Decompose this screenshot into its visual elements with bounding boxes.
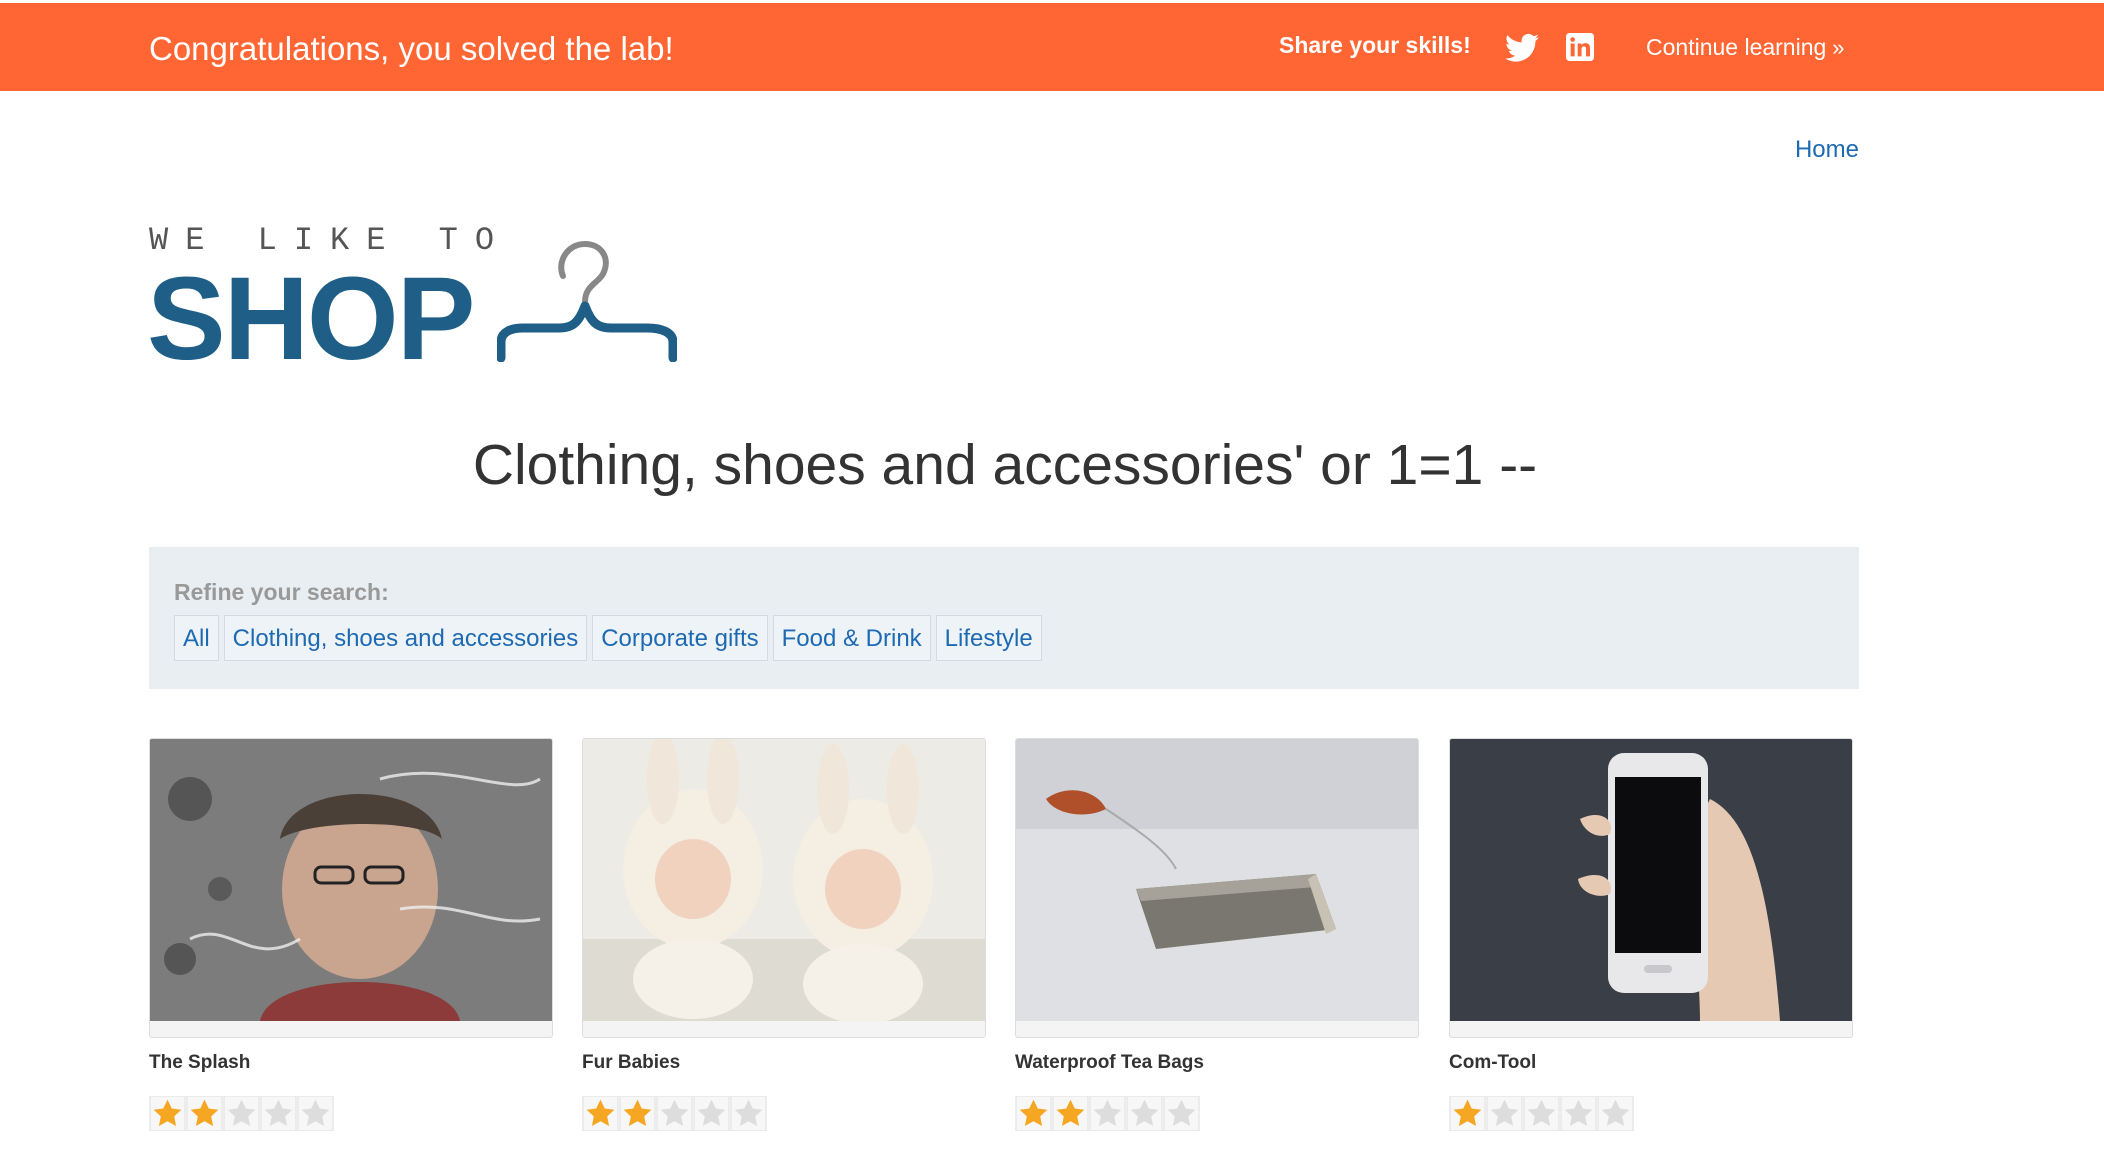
star-filled-icon	[1449, 1096, 1486, 1131]
filter-all[interactable]: All	[174, 615, 219, 661]
star-filled-icon	[149, 1096, 186, 1131]
logo-main-text: SHOP	[147, 253, 475, 385]
star-empty-icon	[297, 1096, 334, 1131]
hanger-icon	[497, 240, 677, 362]
star-empty-icon	[223, 1096, 260, 1131]
product-card: Com-Tool	[1449, 738, 1853, 1131]
product-rating	[1449, 1096, 1853, 1131]
star-empty-icon	[1163, 1096, 1200, 1131]
product-image-link[interactable]	[149, 738, 553, 1038]
product-image-link[interactable]	[1015, 738, 1419, 1038]
star-empty-icon	[730, 1096, 767, 1131]
product-name: Com-Tool	[1449, 1052, 1537, 1073]
product-name: The Splash	[149, 1052, 251, 1073]
filter-clothing[interactable]: Clothing, shoes and accessories	[223, 615, 588, 661]
teabag-photo	[1016, 739, 1418, 1021]
lab-solved-banner: Congratulations, you solved the lab! Sha…	[0, 3, 2104, 91]
page-title: Clothing, shoes and accessories' or 1=1 …	[472, 433, 1538, 497]
continue-learning-link[interactable]: Continue learning»	[1646, 34, 1845, 61]
linkedin-icon[interactable]	[1566, 33, 1594, 61]
splash-photo	[150, 739, 552, 1021]
continue-learning-label: Continue learning	[1646, 34, 1827, 60]
share-label: Share your skills!	[1279, 32, 1471, 58]
phone-photo	[1450, 739, 1852, 1021]
product-rating	[149, 1096, 553, 1131]
star-empty-icon	[656, 1096, 693, 1131]
shop-logo[interactable]: WE LIKE TO SHOP	[147, 222, 677, 378]
filter-lifestyle[interactable]: Lifestyle	[935, 615, 1042, 661]
babies-photo	[583, 739, 985, 1021]
product-image-link[interactable]	[582, 738, 986, 1038]
filter-food-drink[interactable]: Food & Drink	[772, 615, 931, 661]
star-empty-icon	[1560, 1096, 1597, 1131]
star-filled-icon	[582, 1096, 619, 1131]
star-empty-icon	[1486, 1096, 1523, 1131]
double-chevron-right-icon: »	[1832, 35, 1845, 60]
filter-links: All Clothing, shoes and accessories Corp…	[174, 615, 1042, 661]
filter-corporate-gifts[interactable]: Corporate gifts	[592, 615, 768, 661]
star-empty-icon	[1597, 1096, 1634, 1131]
product-card: Waterproof Tea Bags	[1015, 738, 1419, 1131]
product-name: Waterproof Tea Bags	[1015, 1052, 1204, 1073]
star-filled-icon	[619, 1096, 656, 1131]
product-rating	[582, 1096, 986, 1131]
product-image-link[interactable]	[1449, 738, 1853, 1038]
star-filled-icon	[186, 1096, 223, 1131]
star-empty-icon	[1523, 1096, 1560, 1131]
star-empty-icon	[1126, 1096, 1163, 1131]
banner-title: Congratulations, you solved the lab!	[149, 30, 674, 67]
filters-label: Refine your search:	[174, 579, 389, 605]
twitter-icon[interactable]	[1505, 33, 1539, 63]
star-filled-icon	[1015, 1096, 1052, 1131]
star-empty-icon	[1089, 1096, 1126, 1131]
product-card: The Splash	[149, 738, 553, 1131]
search-filters-panel: Refine your search: All Clothing, shoes …	[149, 547, 1859, 689]
star-filled-icon	[1052, 1096, 1089, 1131]
product-rating	[1015, 1096, 1419, 1131]
product-card: Fur Babies	[582, 738, 986, 1131]
star-empty-icon	[260, 1096, 297, 1131]
product-name: Fur Babies	[582, 1052, 681, 1073]
star-empty-icon	[693, 1096, 730, 1131]
home-link[interactable]: Home	[1795, 136, 1859, 164]
